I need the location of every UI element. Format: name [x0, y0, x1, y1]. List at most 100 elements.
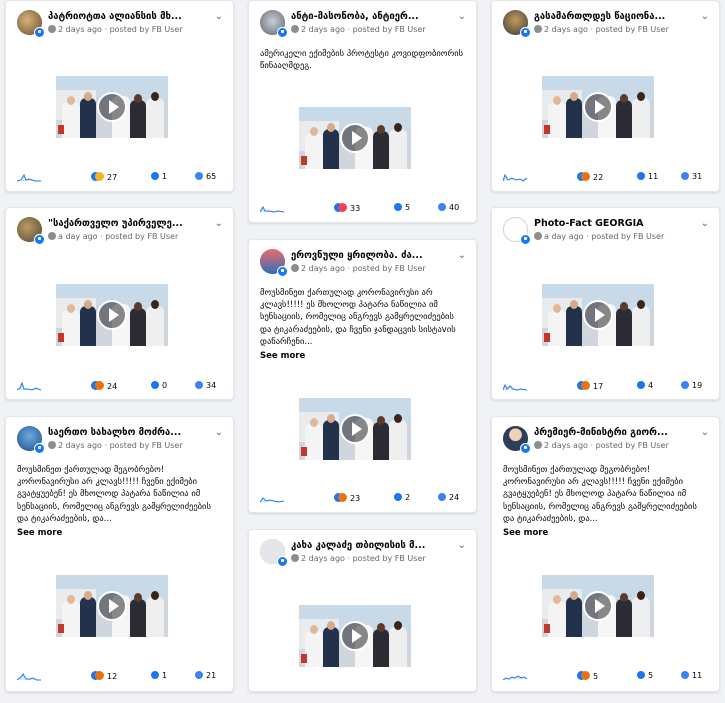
- post-meta: 2 days ago · posted by FB User: [48, 441, 183, 450]
- play-icon[interactable]: [583, 92, 613, 122]
- page-name[interactable]: პატრიოტთა ალიანსის მხ...: [48, 11, 198, 22]
- see-more-link[interactable]: See more: [260, 351, 305, 361]
- reactions-icon: [91, 671, 104, 680]
- post-card: საერთო სახალხო მოძრა... 2 days ago · pos…: [5, 416, 234, 692]
- video-thumbnail[interactable]: [299, 605, 411, 667]
- play-icon[interactable]: [583, 591, 613, 621]
- globe-icon: [48, 232, 56, 240]
- shares-count[interactable]: 21: [195, 671, 216, 680]
- post-card: პრემიერ-მინისტრი გიორ... 2 days ago · po…: [491, 416, 720, 692]
- shares-count[interactable]: 34: [195, 381, 216, 390]
- page-name[interactable]: ანტი-მასონობა, ანტიერ...: [291, 11, 441, 22]
- share-icon: [195, 671, 203, 679]
- sparkline-icon: [503, 675, 527, 681]
- shares-count[interactable]: 19: [681, 381, 702, 390]
- chevron-down-icon[interactable]: ⌄: [215, 427, 223, 438]
- reactions-count[interactable]: 12: [91, 671, 117, 681]
- comments-count[interactable]: 5: [637, 671, 653, 680]
- post-meta: 2 days ago · posted by FB User: [534, 441, 669, 450]
- comment-icon: [637, 172, 645, 180]
- page-name[interactable]: პრემიერ-მინისტრი გიორ...: [534, 427, 684, 438]
- play-icon[interactable]: [97, 300, 127, 330]
- video-thumbnail[interactable]: [56, 76, 168, 138]
- posted-by: posted by FB User: [595, 441, 669, 450]
- post-meta: a day ago · posted by FB User: [534, 232, 664, 241]
- chevron-down-icon[interactable]: ⌄: [701, 11, 709, 22]
- comments-count[interactable]: 0: [151, 381, 167, 390]
- post-time: 2 days ago: [544, 25, 588, 34]
- comments-count[interactable]: 4: [637, 381, 653, 390]
- page-name[interactable]: "საქართველო უპირველე...: [48, 218, 198, 229]
- posted-by: posted by FB User: [591, 232, 665, 241]
- reactions-icon: [91, 172, 104, 181]
- video-thumbnail[interactable]: [299, 107, 411, 169]
- post-meta: 2 days ago · posted by FB User: [291, 264, 426, 273]
- reactions-count[interactable]: 24: [91, 381, 117, 391]
- post-card: "საქართველო უპირველე... a day ago · post…: [5, 207, 234, 400]
- post-meta: 2 days ago · posted by FB User: [534, 25, 669, 34]
- see-more-link[interactable]: See more: [503, 528, 548, 538]
- shares-count[interactable]: 24: [438, 493, 459, 502]
- globe-icon: [534, 441, 542, 449]
- facebook-badge-icon: [34, 234, 45, 245]
- reactions-icon: [334, 493, 347, 502]
- play-icon[interactable]: [340, 123, 370, 153]
- posted-by: posted by FB User: [109, 441, 183, 450]
- page-name[interactable]: კახა კალაძე თბილისის მ...: [291, 540, 441, 551]
- posted-by: posted by FB User: [105, 232, 179, 241]
- reactions-count[interactable]: 17: [577, 381, 603, 391]
- shares-count[interactable]: 40: [438, 203, 459, 212]
- play-icon[interactable]: [97, 92, 127, 122]
- reactions-count[interactable]: 5: [577, 671, 598, 681]
- sparkline-icon: [260, 205, 284, 213]
- globe-icon: [48, 25, 56, 33]
- comments-count[interactable]: 11: [637, 172, 658, 181]
- play-icon[interactable]: [340, 414, 370, 444]
- post-time: a day ago: [58, 232, 98, 241]
- page-name[interactable]: Photo-Fact GEORGIA: [534, 218, 684, 229]
- chevron-down-icon[interactable]: ⌄: [215, 218, 223, 229]
- reactions-icon: [577, 381, 590, 390]
- facebook-badge-icon: [520, 27, 531, 38]
- posted-by: posted by FB User: [109, 25, 183, 34]
- video-thumbnail[interactable]: [299, 398, 411, 460]
- comments-count[interactable]: 2: [394, 493, 410, 502]
- post-time: 2 days ago: [301, 264, 345, 273]
- reactions-count[interactable]: 23: [334, 493, 360, 503]
- comments-count[interactable]: 5: [394, 203, 410, 212]
- posted-by: posted by FB User: [352, 554, 426, 563]
- page-name[interactable]: ეროვნული ყრილობა. ძა...: [291, 250, 441, 261]
- video-thumbnail[interactable]: [542, 76, 654, 138]
- share-icon: [681, 671, 689, 679]
- comments-count[interactable]: 1: [151, 671, 167, 680]
- video-thumbnail[interactable]: [542, 575, 654, 637]
- shares-count[interactable]: 11: [681, 671, 702, 680]
- chevron-down-icon[interactable]: ⌄: [458, 250, 466, 261]
- chevron-down-icon[interactable]: ⌄: [215, 11, 223, 22]
- play-icon[interactable]: [583, 300, 613, 330]
- reactions-count[interactable]: 33: [334, 203, 360, 213]
- chevron-down-icon[interactable]: ⌄: [701, 218, 709, 229]
- comment-icon: [151, 381, 159, 389]
- page-name[interactable]: საერთო სახალხო მოძრა...: [48, 427, 198, 438]
- chevron-down-icon[interactable]: ⌄: [458, 540, 466, 551]
- play-icon[interactable]: [340, 621, 370, 651]
- post-message: მოუსმინეთ ქართულად მეგობრებო! კორონავირუ…: [17, 465, 211, 524]
- shares-count[interactable]: 31: [681, 172, 702, 181]
- share-icon: [438, 493, 446, 501]
- post-card: Photo-Fact GEORGIA a day ago · posted by…: [491, 207, 720, 400]
- see-more-link[interactable]: See more: [17, 528, 62, 538]
- page-name[interactable]: გასამართლდეს წაციონა...: [534, 11, 684, 22]
- play-icon[interactable]: [97, 591, 127, 621]
- chevron-down-icon[interactable]: ⌄: [458, 11, 466, 22]
- chevron-down-icon[interactable]: ⌄: [701, 427, 709, 438]
- post-card: პატრიოტთა ალიანსის მხ... 2 days ago · po…: [5, 0, 234, 192]
- comments-count[interactable]: 1: [151, 172, 167, 181]
- shares-count[interactable]: 65: [195, 172, 216, 181]
- reactions-icon: [577, 172, 590, 181]
- reactions-count[interactable]: 22: [577, 172, 603, 182]
- video-thumbnail[interactable]: [542, 284, 654, 346]
- video-thumbnail[interactable]: [56, 575, 168, 637]
- video-thumbnail[interactable]: [56, 284, 168, 346]
- reactions-count[interactable]: 27: [91, 172, 117, 182]
